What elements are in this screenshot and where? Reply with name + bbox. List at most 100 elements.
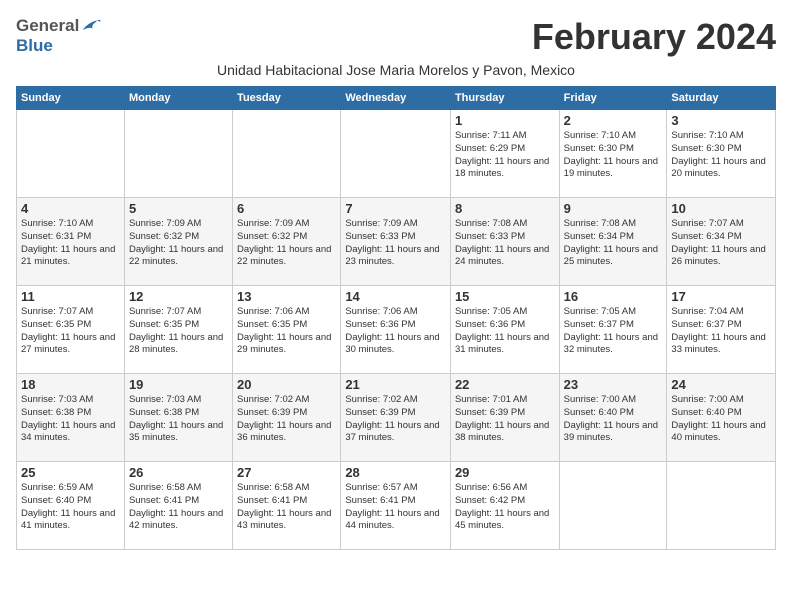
calendar-cell: 13Sunrise: 7:06 AMSunset: 6:35 PMDayligh…	[233, 286, 341, 374]
calendar-subtitle: Unidad Habitacional Jose Maria Morelos y…	[16, 62, 776, 78]
calendar-cell: 9 Sunrise: 7:08 AMSunset: 6:34 PMDaylight…	[559, 198, 667, 286]
day-info: Sunrise: 6:59 AMSunset: 6:40 PMDaylight:…	[21, 482, 120, 533]
calendar-cell: 2 Sunrise: 7:10 AMSunset: 6:30 PMDaylight…	[559, 110, 667, 198]
calendar-cell: 21 Sunrise: 7:02 AMSunset: 6:39 PMDayligh…	[341, 374, 451, 462]
day-number: 4	[21, 201, 120, 216]
day-number: 23	[564, 377, 663, 392]
calendar-cell: 16 Sunrise: 7:05 AMSunset: 6:37 PMDayligh…	[559, 286, 667, 374]
calendar-cell: 17 Sunrise: 7:04 AMSunset: 6:37 PMDayligh…	[667, 286, 776, 374]
calendar-cell: 24 Sunrise: 7:00 AMSunset: 6:40 PMDayligh…	[667, 374, 776, 462]
day-info: Sunrise: 7:04 AMSunset: 6:37 PMDaylight:…	[671, 306, 771, 357]
calendar-cell: 23 Sunrise: 7:00 AMSunset: 6:40 PMDayligh…	[559, 374, 667, 462]
calendar-cell: 15 Sunrise: 7:05 AMSunset: 6:36 PMDayligh…	[450, 286, 559, 374]
day-info: Sunrise: 7:00 AMSunset: 6:40 PMDaylight:…	[564, 394, 663, 445]
day-number: 26	[129, 465, 228, 480]
calendar-cell: 6 Sunrise: 7:09 AMSunset: 6:32 PMDaylight…	[233, 198, 341, 286]
calendar-cell: 27 Sunrise: 6:58 AMSunset: 6:41 PMDayligh…	[233, 462, 341, 550]
day-number: 6	[237, 201, 336, 216]
day-number: 29	[455, 465, 555, 480]
calendar-cell: 28 Sunrise: 6:57 AMSunset: 6:41 PMDayligh…	[341, 462, 451, 550]
day-info: Sunrise: 7:06 AMSunset: 6:36 PMDaylight:…	[345, 306, 446, 357]
day-number: 3	[671, 113, 771, 128]
calendar-cell	[17, 110, 125, 198]
calendar-title: February 2024	[101, 16, 776, 58]
calendar-cell: 12 Sunrise: 7:07 AMSunset: 6:35 PMDayligh…	[124, 286, 232, 374]
day-number: 18	[21, 377, 120, 392]
calendar-cell	[559, 462, 667, 550]
day-info: Sunrise: 7:05 AMSunset: 6:36 PMDaylight:…	[455, 306, 555, 357]
day-number: 24	[671, 377, 771, 392]
day-number: 2	[564, 113, 663, 128]
day-info: Sunrise: 6:58 AMSunset: 6:41 PMDaylight:…	[237, 482, 336, 533]
day-info: Sunrise: 6:56 AMSunset: 6:42 PMDaylight:…	[455, 482, 555, 533]
day-info: Sunrise: 7:10 AMSunset: 6:30 PMDaylight:…	[564, 130, 663, 181]
calendar-cell: 5Sunrise: 7:09 AMSunset: 6:32 PMDaylight…	[124, 198, 232, 286]
day-header-wednesday: Wednesday	[341, 87, 451, 110]
logo-blue-text: Blue	[16, 36, 53, 55]
day-info: Sunrise: 7:05 AMSunset: 6:37 PMDaylight:…	[564, 306, 663, 357]
day-info: Sunrise: 7:10 AMSunset: 6:31 PMDaylight:…	[21, 218, 120, 269]
calendar-cell: 26Sunrise: 6:58 AMSunset: 6:41 PMDayligh…	[124, 462, 232, 550]
calendar-cell	[233, 110, 341, 198]
calendar-cell: 22 Sunrise: 7:01 AMSunset: 6:39 PMDayligh…	[450, 374, 559, 462]
day-number: 21	[345, 377, 446, 392]
day-number: 27	[237, 465, 336, 480]
calendar-cell: 3 Sunrise: 7:10 AMSunset: 6:30 PMDaylight…	[667, 110, 776, 198]
calendar-cell: 25 Sunrise: 6:59 AMSunset: 6:40 PMDayligh…	[17, 462, 125, 550]
day-info: Sunrise: 7:08 AMSunset: 6:34 PMDaylight:…	[564, 218, 663, 269]
calendar-table: SundayMondayTuesdayWednesdayThursdayFrid…	[16, 86, 776, 550]
day-info: Sunrise: 6:57 AMSunset: 6:41 PMDaylight:…	[345, 482, 446, 533]
day-info: Sunrise: 7:07 AMSunset: 6:35 PMDaylight:…	[21, 306, 120, 357]
calendar-cell: 8 Sunrise: 7:08 AMSunset: 6:33 PMDaylight…	[450, 198, 559, 286]
day-header-tuesday: Tuesday	[233, 87, 341, 110]
day-info: Sunrise: 7:00 AMSunset: 6:40 PMDaylight:…	[671, 394, 771, 445]
day-number: 14	[345, 289, 446, 304]
day-info: Sunrise: 7:03 AMSunset: 6:38 PMDaylight:…	[129, 394, 228, 445]
day-info: Sunrise: 7:01 AMSunset: 6:39 PMDaylight:…	[455, 394, 555, 445]
day-number: 16	[564, 289, 663, 304]
day-number: 1	[455, 113, 555, 128]
day-number: 9	[564, 201, 663, 216]
day-info: Sunrise: 7:09 AMSunset: 6:32 PMDaylight:…	[129, 218, 228, 269]
day-number: 17	[671, 289, 771, 304]
calendar-cell: 19 Sunrise: 7:03 AMSunset: 6:38 PMDayligh…	[124, 374, 232, 462]
logo: General Blue	[16, 16, 101, 56]
day-number: 8	[455, 201, 555, 216]
day-number: 22	[455, 377, 555, 392]
day-number: 10	[671, 201, 771, 216]
day-info: Sunrise: 7:02 AMSunset: 6:39 PMDaylight:…	[237, 394, 336, 445]
day-info: Sunrise: 7:03 AMSunset: 6:38 PMDaylight:…	[21, 394, 120, 445]
calendar-cell: 29 Sunrise: 6:56 AMSunset: 6:42 PMDayligh…	[450, 462, 559, 550]
day-header-thursday: Thursday	[450, 87, 559, 110]
day-info: Sunrise: 7:09 AMSunset: 6:32 PMDaylight:…	[237, 218, 336, 269]
day-info: Sunrise: 7:07 AMSunset: 6:34 PMDaylight:…	[671, 218, 771, 269]
calendar-cell: 14 Sunrise: 7:06 AMSunset: 6:36 PMDayligh…	[341, 286, 451, 374]
logo-general-text: General	[16, 16, 79, 36]
calendar-cell: 7Sunrise: 7:09 AMSunset: 6:33 PMDaylight…	[341, 198, 451, 286]
day-info: Sunrise: 7:11 AMSunset: 6:29 PMDaylight:…	[455, 130, 555, 181]
day-number: 25	[21, 465, 120, 480]
day-info: Sunrise: 7:08 AMSunset: 6:33 PMDaylight:…	[455, 218, 555, 269]
day-header-sunday: Sunday	[17, 87, 125, 110]
day-number: 7	[345, 201, 446, 216]
day-info: Sunrise: 7:07 AMSunset: 6:35 PMDaylight:…	[129, 306, 228, 357]
day-number: 12	[129, 289, 228, 304]
calendar-cell: 4 Sunrise: 7:10 AMSunset: 6:31 PMDaylight…	[17, 198, 125, 286]
day-header-monday: Monday	[124, 87, 232, 110]
logo-bird-icon	[81, 18, 101, 34]
calendar-cell	[341, 110, 451, 198]
calendar-cell	[124, 110, 232, 198]
calendar-cell: 1 Sunrise: 7:11 AMSunset: 6:29 PMDaylight…	[450, 110, 559, 198]
day-number: 13	[237, 289, 336, 304]
day-info: Sunrise: 7:10 AMSunset: 6:30 PMDaylight:…	[671, 130, 771, 181]
day-number: 28	[345, 465, 446, 480]
day-number: 15	[455, 289, 555, 304]
calendar-cell	[667, 462, 776, 550]
calendar-cell: 11 Sunrise: 7:07 AMSunset: 6:35 PMDayligh…	[17, 286, 125, 374]
calendar-cell: 18 Sunrise: 7:03 AMSunset: 6:38 PMDayligh…	[17, 374, 125, 462]
day-header-friday: Friday	[559, 87, 667, 110]
day-number: 19	[129, 377, 228, 392]
calendar-cell: 10 Sunrise: 7:07 AMSunset: 6:34 PMDayligh…	[667, 198, 776, 286]
day-info: Sunrise: 7:02 AMSunset: 6:39 PMDaylight:…	[345, 394, 446, 445]
day-number: 11	[21, 289, 120, 304]
